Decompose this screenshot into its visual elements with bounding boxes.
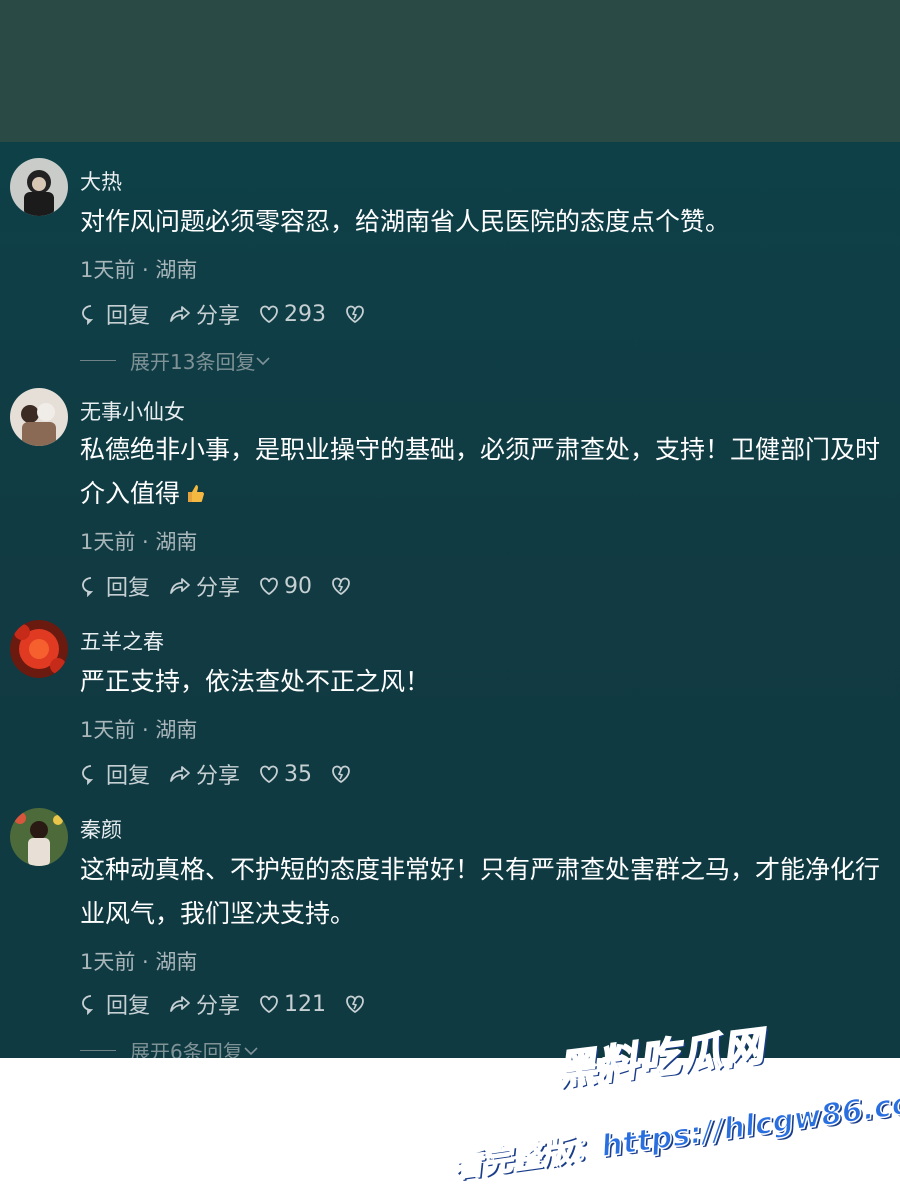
heart-icon <box>260 305 278 324</box>
share-icon <box>170 996 190 1012</box>
share-icon <box>170 766 190 782</box>
comment-actions: 回复 分享 293 <box>80 298 388 330</box>
dislike-button[interactable] <box>330 575 356 597</box>
comment-meta: 1天前 · 湖南 <box>80 950 198 974</box>
chevron-down-icon <box>244 1046 258 1055</box>
like-button[interactable]: 35 <box>258 762 312 787</box>
reply-icon <box>82 305 94 325</box>
comment-text: 严正支持，依法查处不正之风！ <box>80 667 431 696</box>
reply-button[interactable]: 回复 <box>80 570 150 602</box>
username[interactable]: 无事小仙女 <box>80 396 185 426</box>
username[interactable]: 秦颜 <box>80 814 122 844</box>
reply-icon <box>82 995 94 1015</box>
share-icon <box>170 306 190 322</box>
reply-icon <box>82 765 94 785</box>
expand-replies[interactable]: 展开13条回复 <box>80 346 271 375</box>
heart-icon <box>260 765 278 784</box>
broken-heart-icon <box>332 765 350 784</box>
comment-text: 私德绝非小事，是职业操守的基础，必须严肃查处，支持！卫健部门及时介入值得 <box>80 428 890 518</box>
dislike-button[interactable] <box>344 303 370 325</box>
comment-meta: 1天前 · 湖南 <box>80 530 198 554</box>
comment-meta: 1天前 · 湖南 <box>80 718 198 742</box>
comment-actions: 回复 分享 35 <box>80 758 374 790</box>
share-button[interactable]: 分享 <box>168 570 240 602</box>
broken-heart-icon <box>346 305 364 324</box>
avatar[interactable] <box>10 388 68 446</box>
avatar[interactable] <box>10 158 68 216</box>
username[interactable]: 大热 <box>80 166 122 196</box>
share-button[interactable]: 分享 <box>168 988 240 1020</box>
like-button[interactable]: 293 <box>258 302 326 327</box>
dislike-button[interactable] <box>330 763 356 785</box>
like-button[interactable]: 90 <box>258 574 312 599</box>
broken-heart-icon <box>332 577 350 596</box>
comment-actions: 回复 分享 121 <box>80 988 388 1020</box>
comment-text: 这种动真格、不护短的态度非常好！只有严肃查处害群之马，才能净化行业风气，我们坚决… <box>80 855 881 928</box>
comment-text: 对作风问题必须零容忍，给湖南省人民医院的态度点个赞。 <box>80 207 731 236</box>
avatar[interactable] <box>10 620 68 678</box>
reply-button[interactable]: 回复 <box>80 758 150 790</box>
share-icon <box>170 578 190 594</box>
reply-button[interactable]: 回复 <box>80 988 150 1020</box>
heart-icon <box>260 577 278 596</box>
like-button[interactable]: 121 <box>258 992 326 1017</box>
comments-panel[interactable]: 大热 对作风问题必须零容忍，给湖南省人民医院的态度点个赞。 1天前 · 湖南 回… <box>0 142 900 1058</box>
video-area-top <box>0 0 900 142</box>
dislike-button[interactable] <box>344 993 370 1015</box>
reply-icon <box>82 577 94 597</box>
chevron-down-icon <box>256 356 271 365</box>
comment-meta: 1天前 · 湖南 <box>80 258 198 282</box>
avatar[interactable] <box>10 808 68 866</box>
expand-replies[interactable]: 展开6条回复 <box>80 1036 259 1058</box>
share-button[interactable]: 分享 <box>168 298 240 330</box>
reply-button[interactable]: 回复 <box>80 298 150 330</box>
comment-actions: 回复 分享 90 <box>80 570 374 602</box>
share-button[interactable]: 分享 <box>168 758 240 790</box>
broken-heart-icon <box>346 995 364 1014</box>
username[interactable]: 五羊之春 <box>80 626 164 656</box>
thumbs-up-icon <box>184 474 206 518</box>
heart-icon <box>260 995 278 1014</box>
